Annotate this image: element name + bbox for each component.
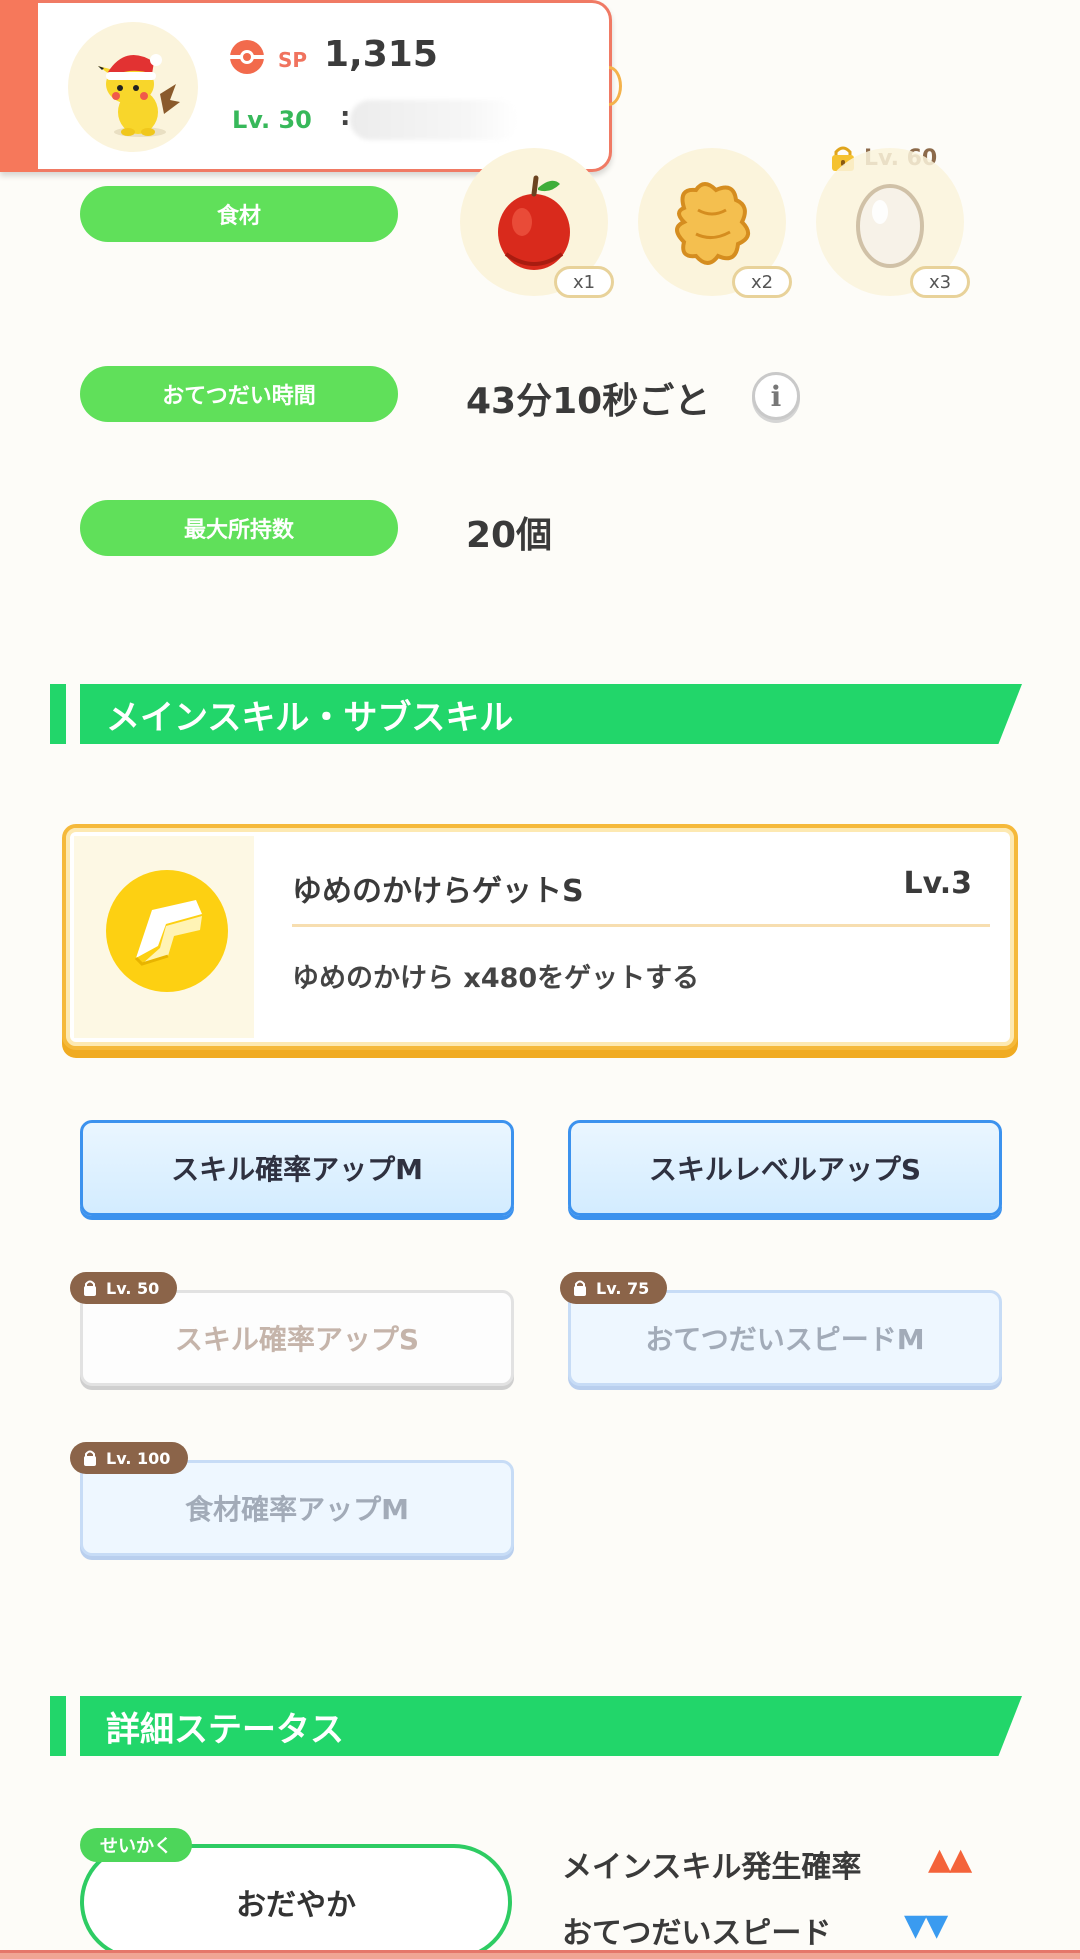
- sub-skill-2[interactable]: スキルレベルアップS: [568, 1120, 1002, 1216]
- nature-tag: せいかく: [80, 1828, 192, 1862]
- stat-label-main-skill: メインスキル発生確率: [562, 1850, 862, 1885]
- sub-skill-3[interactable]: スキル確率アップS: [80, 1290, 514, 1386]
- nature-value: おだやか: [236, 1888, 356, 1923]
- nickname-mark: :: [340, 102, 351, 132]
- skill-divider: [292, 924, 990, 927]
- sub-skill-label: スキルレベルアップS: [648, 1153, 922, 1186]
- ingredient-count-2: x2: [732, 266, 792, 298]
- info-icon: i: [770, 379, 782, 413]
- up-arrows-icon: ▲▲: [928, 1842, 972, 1877]
- lock-level: Lv. 50: [106, 1278, 160, 1298]
- sub-skill-lock-tag: Lv. 75: [560, 1272, 668, 1304]
- details-section-title: 詳細ステータス: [80, 1696, 1022, 1756]
- lock-icon: [84, 1280, 96, 1296]
- ingredients-label: 食材: [80, 186, 398, 242]
- blurred-nickname: [350, 100, 518, 140]
- pikachu-icon: [98, 54, 180, 137]
- bottom-bar-edge: [0, 1950, 1080, 1959]
- sub-skill-lock-tag: Lv. 100: [70, 1442, 189, 1474]
- main-skill-name: ゆめのかけらゲットS: [292, 874, 584, 909]
- sp-label: SP: [278, 48, 308, 72]
- header-accent-strip: [0, 0, 38, 172]
- section-marker: [50, 1696, 66, 1756]
- sub-skill-1[interactable]: スキル確率アップM: [80, 1120, 514, 1216]
- sub-skill-label: 食材確率アップM: [185, 1493, 409, 1526]
- sub-skill-4[interactable]: おてつだいスピードM: [568, 1290, 1002, 1386]
- sub-skill-label: スキル確率アップS: [174, 1323, 420, 1356]
- lock-level: Lv. 100: [106, 1448, 171, 1468]
- dream-shard-icon: [106, 870, 228, 992]
- help-time-label: おてつだい時間: [80, 366, 398, 422]
- info-button[interactable]: i: [752, 372, 800, 420]
- stat-label-help-speed: おてつだいスピード: [562, 1916, 832, 1951]
- skills-section-title: メインスキル・サブスキル: [80, 684, 1022, 744]
- sp-value: 1,315: [324, 34, 438, 75]
- main-skill-description: ゆめのかけら x480をゲットする: [292, 963, 700, 994]
- sub-skill-lock-tag: Lv. 50: [70, 1272, 178, 1304]
- sub-skill-label: おてつだいスピードM: [645, 1323, 925, 1356]
- lock-level: Lv. 75: [596, 1278, 650, 1298]
- pokeball-icon: [228, 38, 266, 76]
- help-time-value: 43分10秒ごと: [466, 381, 711, 422]
- pokemon-level: Lv. 30: [232, 106, 312, 134]
- max-carry-value: 20個: [466, 515, 553, 556]
- ingredient-count-1: x1: [554, 266, 614, 298]
- lock-icon: [574, 1280, 586, 1296]
- section-marker: [50, 684, 66, 744]
- down-arrows-icon: ▼▼: [904, 1908, 948, 1943]
- ingredient-count-3: x3: [910, 266, 970, 298]
- main-skill-level: Lv.3: [903, 866, 973, 901]
- pokemon-avatar: [68, 22, 198, 152]
- main-skill-card[interactable]: ゆめのかけらゲットS Lv.3 ゆめのかけら x480をゲットする: [62, 824, 1018, 1050]
- sub-skill-label: スキル確率アップM: [171, 1153, 423, 1186]
- lock-icon: [84, 1450, 96, 1466]
- sub-skill-5[interactable]: 食材確率アップM: [80, 1460, 514, 1556]
- max-carry-label: 最大所持数: [80, 500, 398, 556]
